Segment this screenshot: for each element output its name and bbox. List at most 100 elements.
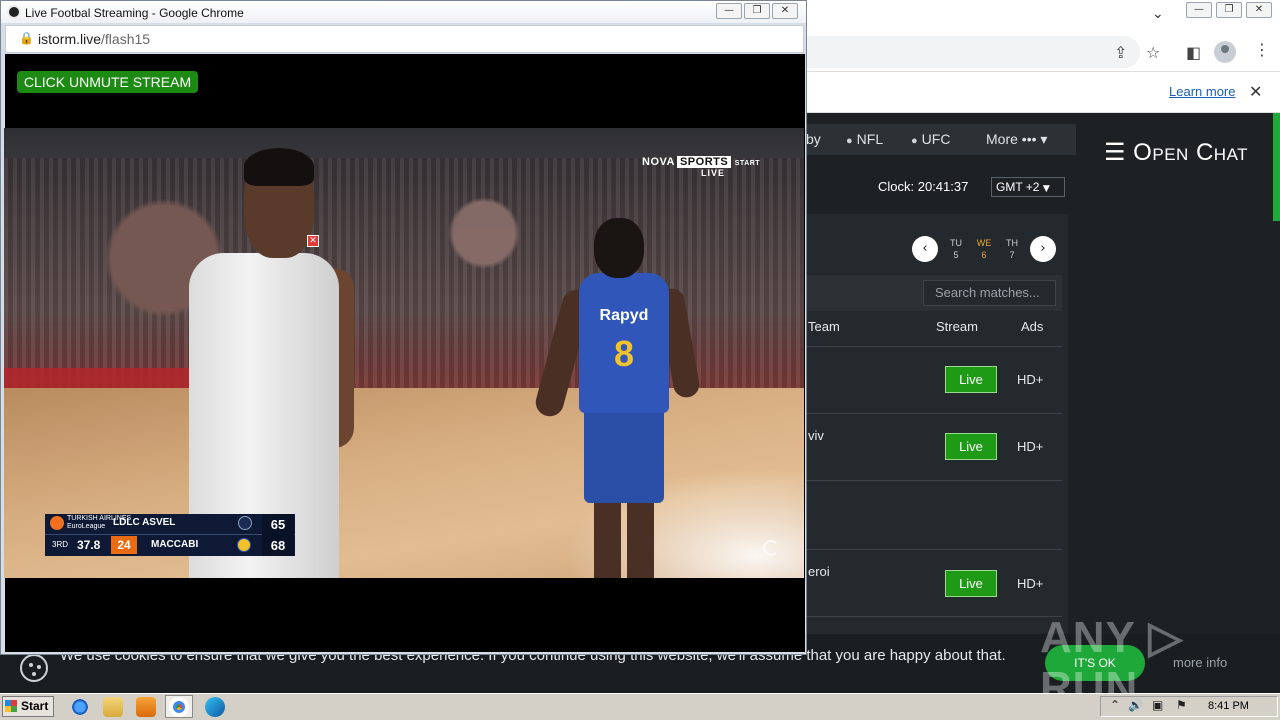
nova-sports-logo: NOVA SPORTS START: [642, 156, 760, 168]
team-name: eroi: [808, 564, 830, 579]
row-divider: [806, 549, 1062, 550]
day-num: 7: [1009, 250, 1015, 260]
row-divider: [806, 413, 1062, 414]
minimize-button[interactable]: —: [716, 3, 742, 19]
day-tu[interactable]: TU 5: [946, 237, 966, 261]
live-button[interactable]: Live: [945, 366, 997, 393]
clock-label: Clock: 20:41:37: [878, 179, 969, 194]
live-button[interactable]: Live: [945, 570, 997, 597]
column-stream: Stream: [936, 319, 978, 334]
soccer-ball-icon: [7, 5, 21, 19]
bookmark-star-icon[interactable]: ☆: [1146, 43, 1160, 62]
timezone-value: GMT +2: [996, 180, 1040, 194]
row-divider: [806, 346, 1062, 347]
menu-kebab-icon[interactable]: ⋮: [1254, 40, 1270, 59]
day-num: 5: [953, 250, 959, 260]
player-jersey: Rapyd 8: [579, 273, 669, 413]
learn-more-link[interactable]: Learn more: [1169, 84, 1235, 99]
day-num: 6: [981, 250, 987, 260]
player-maccabi: Rapyd 8: [532, 218, 702, 578]
nav-label: NFL: [856, 131, 884, 147]
folder-icon[interactable]: [103, 697, 123, 717]
quarter: 3RD: [52, 540, 69, 549]
team1-name: LDLC ASVEL: [113, 517, 176, 528]
share-icon[interactable]: ⇪: [1114, 43, 1127, 62]
row-divider: [806, 616, 1062, 617]
nav-item-nfl[interactable]: ● NFL: [846, 131, 883, 147]
system-tray: [1100, 696, 1278, 717]
windows-logo-icon: [5, 700, 17, 712]
day-th[interactable]: TH 7: [1002, 237, 1022, 261]
volume-icon[interactable]: 🔊: [1128, 698, 1143, 712]
player-shorts: [584, 403, 664, 503]
url-host: istorm.live: [38, 31, 102, 47]
day-abbr: WE: [976, 238, 992, 248]
infobar-close-icon[interactable]: ✕: [1249, 82, 1262, 101]
broadcaster-name: NOVA: [642, 156, 675, 168]
asvel-logo-icon: [238, 516, 252, 530]
column-ads: Ads: [1021, 319, 1044, 334]
search-input[interactable]: Search matches...: [923, 280, 1056, 306]
tray-expand-icon[interactable]: ⌃: [1110, 698, 1120, 712]
glove-icon: ●: [911, 135, 918, 147]
url-path: /flash15: [101, 31, 151, 47]
restore-button[interactable]: ❐: [1216, 2, 1242, 18]
broadcaster-sports: SPORTS: [676, 156, 732, 168]
tab-search-chevron-icon[interactable]: ⌄: [1152, 6, 1164, 22]
select-chevron-icon: ▼: [1042, 184, 1050, 194]
cookie-icon: [20, 654, 48, 682]
minimize-button[interactable]: —: [1186, 2, 1212, 18]
day-we[interactable]: WE 6: [974, 237, 994, 261]
popup-window-controls: — ❐ ✕: [716, 3, 798, 19]
player-legs: [594, 498, 654, 578]
timezone-select[interactable]: GMT +2 ▼: [991, 177, 1065, 197]
column-team: Team: [808, 319, 840, 334]
scorebug-divider: [45, 534, 295, 535]
close-button[interactable]: ✕: [772, 3, 798, 19]
day-abbr: TH: [1006, 238, 1018, 248]
ads-hd: HD+: [1017, 372, 1044, 387]
unmute-button[interactable]: CLICK UNMUTE STREAM: [17, 71, 198, 93]
ie-icon[interactable]: [70, 697, 90, 717]
prev-day-button[interactable]: ‹: [912, 236, 938, 262]
nav-item-ufc[interactable]: ● UFC: [911, 131, 950, 147]
jersey-number: 8: [613, 333, 635, 374]
lock-icon[interactable]: 🔒: [19, 31, 34, 45]
close-button[interactable]: ✕: [1246, 2, 1272, 18]
video-player[interactable]: Rapyd 8: [4, 128, 804, 578]
popup-title: Live Footbal Streaming - Google Chrome: [25, 6, 244, 20]
popup-url: istorm.live/flash15: [38, 31, 150, 47]
team2-name: MACCABI: [151, 539, 199, 550]
player-hair: [244, 148, 314, 186]
jersey-sponsor: Rapyd: [599, 307, 649, 324]
system-clock[interactable]: 8:41 PM: [1208, 700, 1249, 712]
open-chat-button[interactable]: ☰ Open Chat: [1104, 138, 1248, 167]
side-panel-icon[interactable]: ◧: [1186, 43, 1201, 62]
loading-spinner-icon: [763, 540, 779, 556]
edge-icon[interactable]: [205, 697, 225, 717]
league-line2: EuroLeague: [67, 523, 106, 530]
maccabi-logo-icon: [237, 538, 251, 552]
restore-button[interactable]: ❐: [744, 3, 770, 19]
nav-item-partial[interactable]: by: [806, 131, 821, 147]
live-button[interactable]: Live: [945, 433, 997, 460]
scrollbar-accent: [1273, 113, 1280, 221]
shot-clock: 24: [111, 536, 137, 554]
nav-label: UFC: [921, 131, 951, 147]
background-window-controls: — ❐ ✕: [1186, 2, 1272, 18]
day-abbr: TU: [950, 238, 962, 248]
team-name: viv: [808, 428, 824, 443]
ads-hd: HD+: [1017, 439, 1044, 454]
network-icon[interactable]: ▣: [1152, 698, 1163, 712]
popup-title-bar[interactable]: Live Footbal Streaming - Google Chrome —…: [1, 1, 806, 23]
nav-item-more[interactable]: More ••• ▾: [986, 131, 1047, 148]
football-icon: ●: [846, 135, 853, 147]
flag-icon[interactable]: ⚑: [1176, 698, 1187, 712]
profile-avatar[interactable]: [1214, 41, 1236, 63]
media-player-icon[interactable]: [136, 697, 156, 717]
ad-close-icon[interactable]: ✕: [307, 235, 319, 247]
next-day-button[interactable]: ›: [1030, 236, 1056, 262]
game-clock: 37.8: [77, 538, 101, 552]
broadcaster-start: START: [734, 160, 761, 167]
chrome-icon[interactable]: [169, 697, 189, 717]
